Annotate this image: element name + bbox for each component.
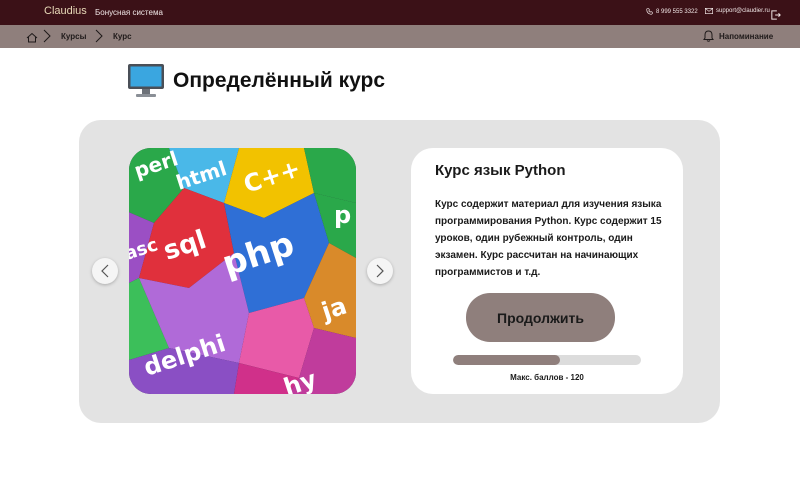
page-heading: Определённый курс [127,63,385,99]
continue-button[interactable]: Продолжить [466,293,615,342]
chevron-right-icon [376,264,384,278]
previous-slide-button[interactable] [92,258,118,284]
course-image: perl html C++ sql php p asc delphi ja hy [129,148,356,394]
max-points-label: Макс. баллов - 120 [510,373,584,382]
logout-button[interactable] [771,7,781,25]
monitor-icon [128,64,164,97]
course-title: Курс язык Python [435,162,566,179]
image-word: p [334,201,351,229]
phone-contact[interactable]: 8 999 555 3322 [646,8,698,15]
email-address: support@claudier.ru [716,8,770,14]
progress-bar [453,355,641,365]
phone-number: 8 999 555 3322 [656,8,698,15]
home-icon[interactable] [26,30,38,48]
course-description: Курс содержит материал для изучения язык… [435,199,662,278]
page-title: Определённый курс [173,69,386,92]
progress-fill [453,355,561,365]
email-contact[interactable]: support@claudier.ru [705,8,770,14]
chevron-right-icon [42,29,52,48]
bell-icon [703,30,714,42]
logout-icon [771,10,781,20]
chevron-right-icon [94,29,104,48]
top-bar: Claudius Бонусная система 8 999 555 3322… [0,0,800,25]
chevron-left-icon [101,264,109,278]
phone-icon [646,8,653,15]
breadcrumb-item-courses[interactable]: Курсы [61,32,86,41]
breadcrumb: Курсы Курс Напоминание [0,25,800,48]
brand-subtitle: Бонусная система [95,8,163,17]
notification-button[interactable]: Напоминание [703,30,773,42]
mail-icon [705,8,713,14]
breadcrumb-item-course[interactable]: Курс [113,32,132,41]
course-info-card: Курс язык Python Курс содержит материал … [411,148,683,394]
notification-label: Напоминание [719,31,774,41]
brand-logo[interactable]: Claudius [44,5,87,17]
next-slide-button[interactable] [367,258,393,284]
